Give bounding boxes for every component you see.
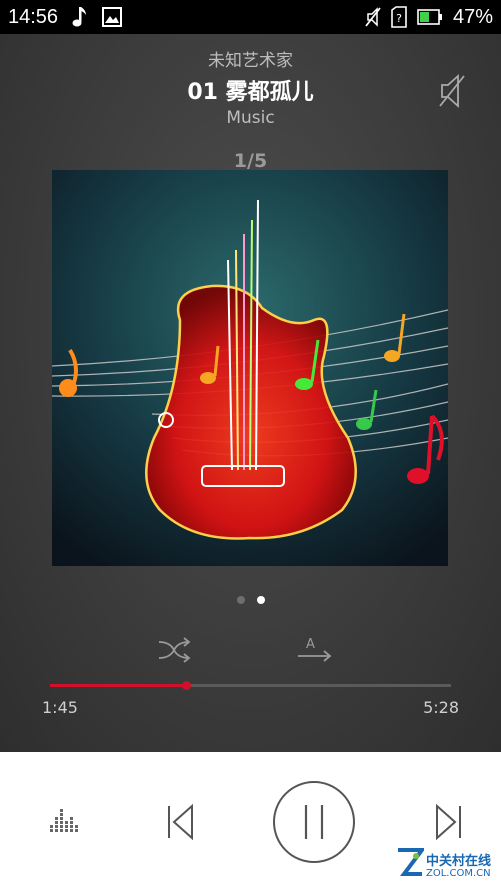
page-dot-active[interactable]	[256, 596, 265, 604]
mute-toggle-icon[interactable]	[436, 72, 468, 110]
watermark-name: 中关村在线	[426, 854, 492, 869]
pause-icon	[304, 805, 324, 839]
track-counter: 1/5	[233, 150, 268, 172]
zol-logo-icon	[398, 848, 426, 876]
status-time: 14:56	[8, 5, 59, 28]
svg-text:A: A	[306, 637, 315, 652]
equalizer-icon[interactable]	[48, 807, 78, 837]
music-note-icon	[72, 7, 87, 27]
shuffle-icon[interactable]	[156, 634, 192, 666]
player-area: 未知艺术家 01 雾都孤儿 Music 1/5 A 1:45 5:28	[0, 34, 501, 752]
progress-fill	[50, 684, 187, 687]
artist-name: 未知艺术家	[208, 51, 293, 71]
mute-ringer-icon	[365, 7, 381, 27]
pause-button[interactable]	[273, 781, 355, 863]
next-icon[interactable]	[433, 802, 463, 842]
status-right: ? 47%	[365, 6, 493, 29]
progress-bar[interactable]	[50, 681, 451, 690]
page-dot[interactable]	[236, 596, 245, 604]
status-bar: 14:56 ? 47%	[0, 0, 501, 34]
elapsed-time: 1:45	[42, 698, 78, 717]
progress-knob[interactable]	[182, 681, 192, 690]
battery-percent: 47%	[452, 5, 493, 28]
watermark-logo: 中关村在线 ZOL.COM.CN	[396, 846, 496, 886]
album-cover[interactable]	[52, 170, 448, 566]
page-indicator	[0, 596, 501, 604]
repeat-ab-icon[interactable]: A	[296, 634, 334, 666]
gallery-icon	[102, 7, 123, 27]
sim-unknown-icon: ?	[391, 6, 407, 28]
previous-icon[interactable]	[166, 802, 196, 842]
watermark-url: ZOL.COM.CN	[426, 868, 491, 879]
song-title: 01 雾都孤儿	[187, 80, 314, 105]
status-notification-icons	[72, 6, 123, 28]
playback-controls: 中关村在线 ZOL.COM.CN	[0, 752, 501, 891]
svg-text:?: ?	[396, 12, 402, 25]
total-time: 5:28	[423, 698, 459, 717]
album-name: Music	[226, 108, 275, 128]
battery-icon	[417, 9, 442, 25]
album-cover-art	[52, 170, 448, 566]
